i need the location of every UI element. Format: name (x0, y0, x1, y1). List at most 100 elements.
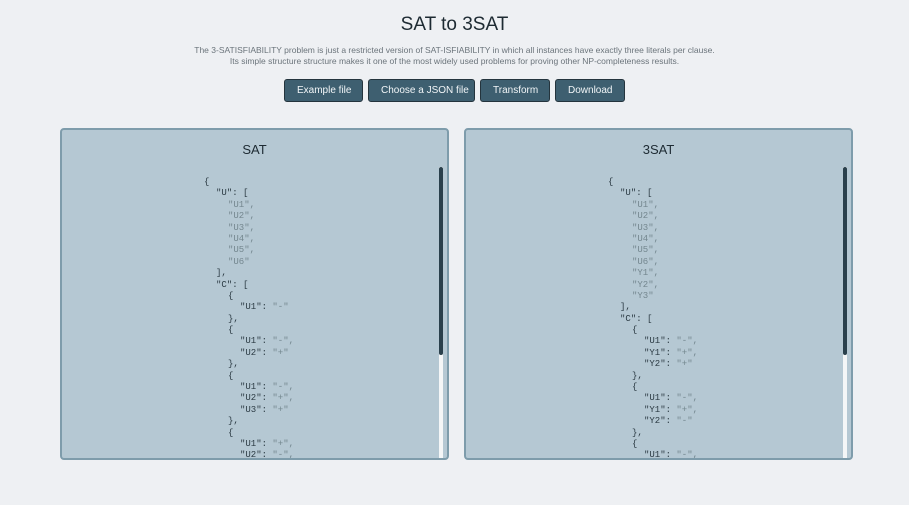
json-key: }, (632, 427, 643, 438)
json-line: { (466, 439, 851, 450)
json-line: "Y2": "-" (466, 416, 851, 427)
page-title: SAT to 3SAT (400, 14, 509, 35)
json-line: "U4", (466, 234, 851, 245)
three-sat-panel[interactable]: 3SAT { "U": ["U1", "U2", "U3", "U4", "U5", "U6… (464, 128, 853, 460)
json-key: }, (228, 313, 239, 324)
json-key: ], (620, 302, 631, 313)
json-line: "U3": "+" (62, 405, 447, 416)
json-line: { (466, 382, 851, 393)
json-line: "U5", (466, 245, 851, 256)
json-line: "C": [ (466, 314, 851, 325)
json-line: "U4", (62, 234, 447, 245)
json-line: "U": [ (62, 188, 447, 199)
json-value: "+" (272, 347, 289, 358)
json-line: "Y1": "+", (466, 405, 851, 416)
json-line: "U1": "-", (466, 450, 851, 460)
json-value: "U1", (632, 199, 660, 210)
json-line: "U1": "-" (62, 302, 447, 313)
json-value: "U1", (228, 199, 256, 210)
json-value: "U6", (632, 256, 660, 267)
json-key: }, (228, 359, 239, 370)
json-value: "Y1", (632, 268, 660, 279)
json-line: }, (62, 359, 447, 370)
json-value: "U3", (228, 222, 256, 233)
json-value: "U5", (632, 245, 660, 256)
json-line: "Y2": "+" (466, 359, 851, 370)
json-line: "U6" (62, 257, 447, 268)
json-line: "C": [ (62, 280, 447, 291)
json-line: "U1": "-", (466, 393, 851, 404)
json-key: { (632, 382, 638, 393)
json-key: "U1": (240, 438, 273, 449)
json-key: "U1": (240, 302, 273, 313)
json-line: "U1": "-", (466, 336, 851, 347)
three-sat-panel-title: 3SAT (642, 142, 675, 157)
json-line: "U1", (466, 200, 851, 211)
sat-panel[interactable]: SAT {"U": ["U1", "U2", "U3", "U4", "U5", "U6"… (60, 128, 449, 460)
json-line: { (466, 325, 851, 336)
example-file-button[interactable]: Example file (284, 79, 363, 102)
json-line: { (62, 371, 447, 382)
json-key: "U1": (240, 336, 273, 347)
sat-json-content[interactable]: {"U": ["U1", "U2", "U3", "U4", "U5", "U6"], "C… (62, 177, 447, 460)
sat-panel-title: SAT (242, 142, 267, 157)
sat-scrollbar-thumb[interactable] (439, 167, 443, 355)
json-line: }, (466, 371, 851, 382)
json-key: "U3": (240, 404, 273, 415)
json-value: "U4", (632, 233, 660, 244)
json-value: "-", (676, 450, 699, 460)
json-line: "Y1": "+", (466, 348, 851, 359)
json-key: "C": [ (216, 279, 249, 290)
json-line: { (62, 291, 447, 302)
json-line: "Y1", (466, 268, 851, 279)
json-line: "U": [ (466, 188, 851, 199)
json-value: "U4", (228, 233, 256, 244)
json-line: "U2": "+", (62, 393, 447, 404)
json-line: "U3", (466, 223, 851, 234)
json-line: ], (466, 302, 851, 313)
toolbar: Example file Choose a JSON file Transfor… (0, 79, 909, 102)
json-line: "Y3" (466, 291, 851, 302)
json-key: { (632, 325, 638, 336)
json-line: "U5", (62, 245, 447, 256)
choose-json-file-button[interactable]: Choose a JSON file (368, 79, 475, 102)
json-line: }, (62, 416, 447, 427)
json-line: "U1", (62, 200, 447, 211)
json-key: "U2": (240, 347, 273, 358)
description-line-1: The 3-SATISFIABILITY problem is just a r… (194, 45, 715, 55)
page-description: The 3-SATISFIABILITY problem is just a r… (0, 45, 909, 67)
json-value: "-" (676, 416, 693, 427)
json-key: "U1": (644, 393, 677, 404)
json-key: ], (216, 268, 227, 279)
json-key: { (204, 177, 210, 187)
json-value: "Y2", (632, 279, 660, 290)
json-key: "U1": (644, 336, 677, 347)
json-value: "-", (272, 450, 295, 460)
json-line: { (62, 177, 447, 188)
json-value: "+" (676, 359, 693, 370)
json-value: "-", (272, 336, 295, 347)
json-line: { (62, 428, 447, 439)
json-value: "-", (676, 336, 699, 347)
download-button[interactable]: Download (555, 79, 625, 102)
json-value: "-", (676, 393, 699, 404)
transform-button[interactable]: Transform (480, 79, 550, 102)
three-sat-json-content[interactable]: {"U": ["U1", "U2", "U3", "U4", "U5", "U6", "Y1… (466, 177, 851, 460)
json-key: "U1": (644, 450, 677, 460)
json-value: "Y3" (632, 290, 654, 301)
three-sat-scrollbar-thumb[interactable] (843, 167, 847, 355)
json-line: "U2": "-", (62, 450, 447, 460)
json-key: { (228, 290, 234, 301)
json-value: "+", (676, 347, 699, 358)
json-key: "Y2": (644, 416, 677, 427)
json-value: "-" (272, 302, 289, 313)
json-value: "U2", (632, 211, 660, 222)
json-line: "U2": "+" (62, 348, 447, 359)
json-value: "-", (272, 382, 295, 393)
json-value: "+" (272, 404, 289, 415)
json-line: "U1": "+", (62, 439, 447, 450)
json-line: "U1": "-", (62, 336, 447, 347)
json-value: "U5", (228, 245, 256, 256)
json-line: "U3", (62, 223, 447, 234)
json-line: ], (62, 268, 447, 279)
